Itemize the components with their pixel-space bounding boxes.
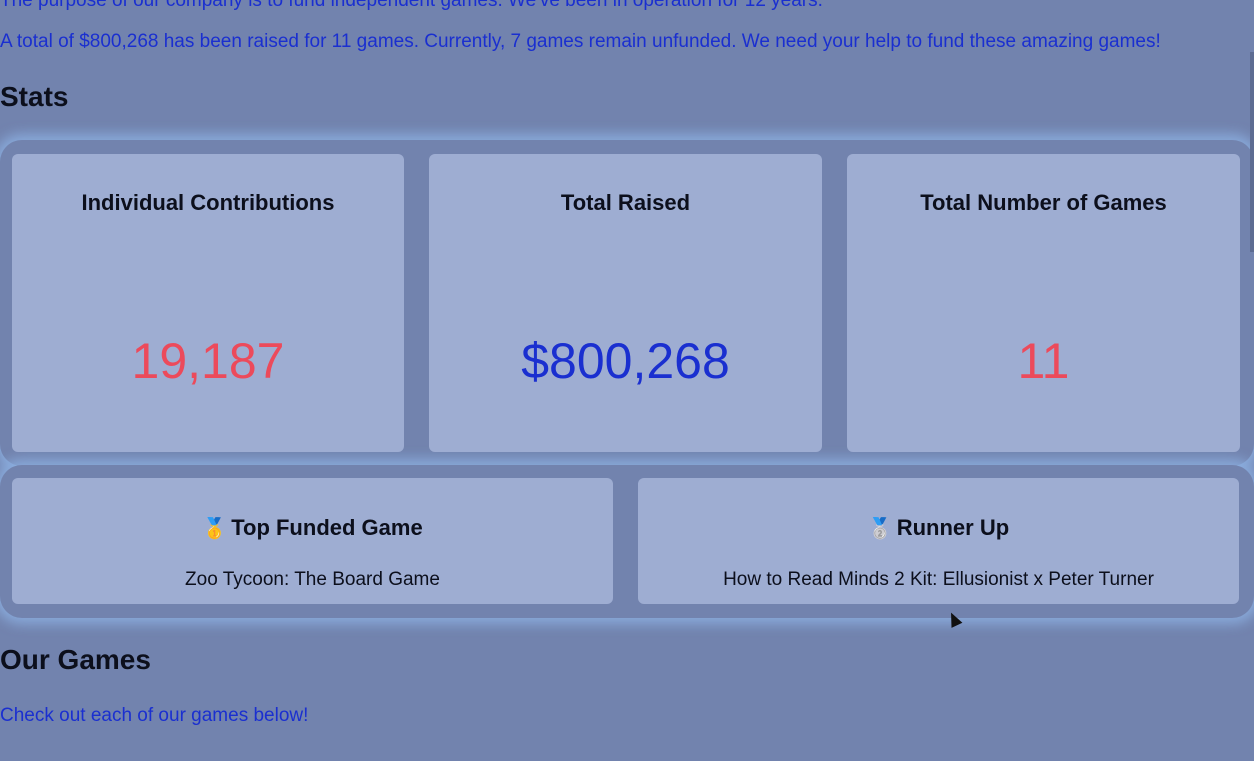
stat-value: 11	[1017, 333, 1070, 389]
stat-card-total-games: Total Number of Games 11	[847, 154, 1240, 452]
stat-card-total-raised: Total Raised $800,268	[429, 154, 822, 452]
stat-title: Total Raised	[560, 190, 691, 215]
top-funded-game-name: Zoo Tycoon: The Board Game	[185, 569, 440, 590]
stat-value: $800,268	[521, 333, 730, 389]
runner-up-card: 🥈 Runner Up How to Read Minds 2 Kit: Ellu…	[638, 478, 1239, 604]
stat-title: Individual Contributions	[81, 190, 335, 215]
top-funded-game-card: 🥇 Top Funded Game Zoo Tycoon: The Board G…	[12, 478, 613, 604]
runner-up-title: 🥈 Runner Up	[638, 515, 1239, 541]
stats-heading: Stats	[0, 81, 69, 112]
stat-title: Total Number of Games	[920, 190, 1167, 215]
silver-medal-icon: 🥈	[867, 518, 893, 540]
page: The purpose of our company is to fund in…	[0, 0, 1254, 761]
gold-medal-icon: 🥇	[202, 518, 228, 540]
runner-up-game-name: How to Read Minds 2 Kit: Ellusionist x P…	[723, 569, 1154, 590]
top-funded-label: Top Funded Game	[231, 515, 423, 540]
intro-purpose-text: The purpose of our company is to fund in…	[0, 0, 823, 11]
runner-up-label: Runner Up	[896, 515, 1010, 540]
stat-card-contributions: Individual Contributions 19,187	[12, 154, 404, 452]
scrollbar[interactable]	[1250, 52, 1254, 252]
stat-value: 19,187	[131, 333, 285, 389]
intro-total-text: A total of $800,268 has been raised for …	[0, 31, 1161, 52]
top-funded-title: 🥇 Top Funded Game	[12, 515, 613, 541]
our-games-heading: Our Games	[0, 644, 151, 675]
our-games-subtitle: Check out each of our games below!	[0, 705, 309, 726]
